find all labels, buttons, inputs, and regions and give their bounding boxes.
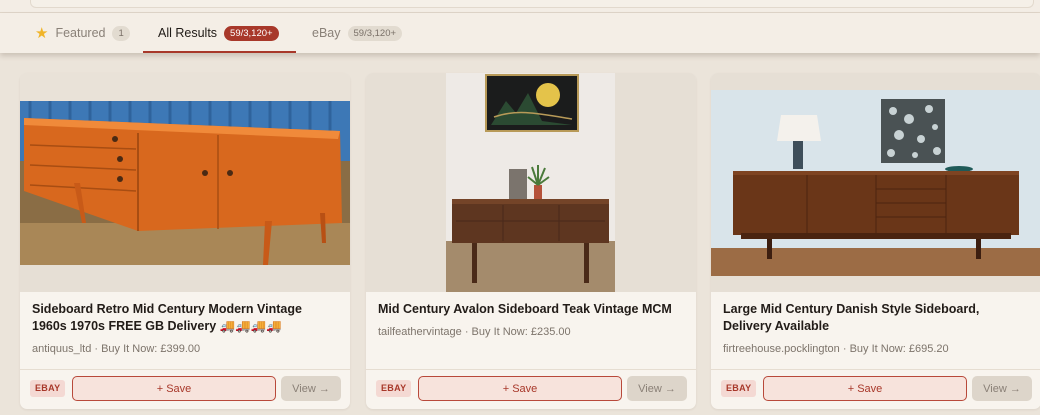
active-tab-underline [143, 51, 296, 53]
card-divider [20, 369, 350, 370]
card-footer: EBAY + Save View → [30, 376, 342, 402]
result-title[interactable]: Mid Century Avalon Sideboard Teak Vintag… [378, 301, 684, 318]
sideboard-avalon-photo [366, 73, 696, 292]
view-button[interactable]: View → [627, 376, 687, 401]
product-image[interactable] [20, 73, 350, 292]
result-card[interactable]: Sideboard Retro Mid Century Modern Vinta… [20, 73, 350, 409]
tab-all-results-count: 59/3,120+ [224, 25, 279, 41]
source-badge: EBAY [30, 380, 66, 397]
result-card[interactable]: Mid Century Avalon Sideboard Teak Vintag… [366, 73, 696, 409]
result-card[interactable]: Large Mid Century Danish Style Sideboard… [711, 73, 1040, 409]
card-footer: EBAY + Save View → [376, 376, 688, 402]
view-button[interactable]: View → [281, 376, 341, 401]
result-meta: antiquus_ltd · Buy It Now: £399.00 [32, 343, 201, 355]
tab-featured-count: 1 [112, 25, 130, 41]
sideboard-orange-photo [20, 73, 350, 265]
save-button[interactable]: + Save [418, 376, 622, 401]
result-meta: tailfeathervintage · Buy It Now: £235.00 [378, 326, 571, 338]
result-meta: firtreehouse.pocklington · Buy It Now: £… [723, 343, 949, 355]
save-button[interactable]: + Save [72, 376, 276, 401]
card-divider [711, 369, 1040, 370]
product-image[interactable] [366, 73, 696, 292]
results-tabbar: ★ Featured 1 All Results 59/3,120+ eBay … [0, 13, 1040, 53]
tab-featured[interactable]: ★ Featured 1 [35, 13, 130, 53]
source-badge: EBAY [721, 380, 757, 397]
product-image[interactable] [711, 73, 1040, 292]
save-button[interactable]: + Save [763, 376, 967, 401]
view-button[interactable]: View → [972, 376, 1032, 401]
tab-all-results-label: All Results [158, 26, 218, 40]
card-footer: EBAY + Save View → [721, 376, 1033, 402]
tab-ebay-label: eBay [312, 26, 341, 40]
previous-panel-edge [0, 0, 1040, 13]
tab-ebay-count: 59/3,120+ [347, 25, 403, 41]
star-icon: ★ [35, 24, 49, 42]
result-title[interactable]: Sideboard Retro Mid Century Modern Vinta… [32, 301, 338, 335]
sideboard-danish-photo [711, 73, 1040, 292]
results-grid: Sideboard Retro Mid Century Modern Vinta… [20, 73, 1040, 415]
search-panel-bottom [30, 0, 1034, 8]
tab-ebay[interactable]: eBay 59/3,120+ [312, 13, 403, 53]
source-badge: EBAY [376, 380, 412, 397]
result-title[interactable]: Large Mid Century Danish Style Sideboard… [723, 301, 1029, 335]
tab-featured-label: Featured [55, 26, 106, 40]
card-divider [366, 369, 696, 370]
tab-all-results[interactable]: All Results 59/3,120+ [143, 13, 296, 53]
